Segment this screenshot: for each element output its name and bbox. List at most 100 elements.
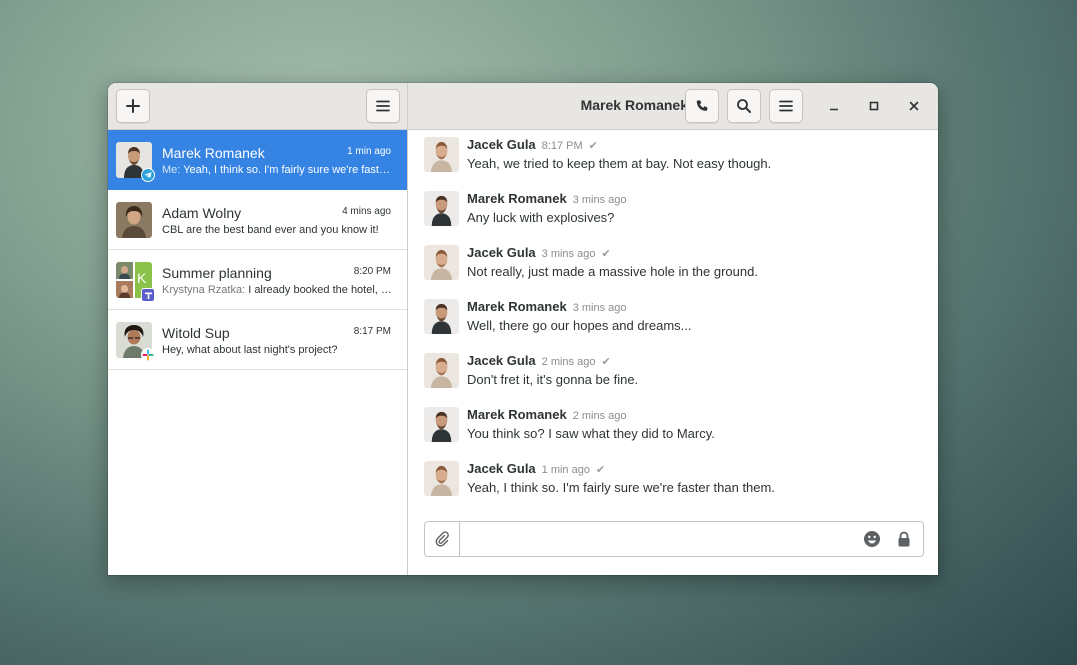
message-author-name: Jacek Gula <box>467 461 536 476</box>
preview-text: CBL are the best band ever and you know … <box>162 224 379 236</box>
message-author-name: Marek Romanek <box>467 191 567 206</box>
avatar <box>424 461 459 496</box>
message-row: Marek Romanek 2 mins ago You think so? I s… <box>424 400 924 444</box>
avatar <box>424 407 459 442</box>
message-author: Jacek Gula 2 mins ago ✔ <box>467 353 611 368</box>
message-time: 3 mins ago <box>572 302 627 314</box>
headerbar: Marek Romanek <box>108 83 938 130</box>
teams-icon <box>141 288 155 302</box>
message-time: 2 mins ago <box>572 410 627 422</box>
conversation-name: Witold Sup <box>162 325 230 341</box>
message-author: Marek Romanek 3 mins ago <box>467 191 627 206</box>
message-time: 1 min ago <box>541 464 590 476</box>
message-author: Jacek Gula 8:17 PM ✔ <box>467 137 598 152</box>
new-conversation-button[interactable] <box>116 89 150 123</box>
avatar <box>116 202 152 238</box>
message-text: You think so? I saw what they did to Mar… <box>467 426 715 441</box>
close-button[interactable] <box>902 94 926 118</box>
main-menu-button[interactable] <box>366 89 400 123</box>
maximize-button[interactable] <box>862 94 886 118</box>
conversation-time: 4 mins ago <box>342 206 391 217</box>
preview-sender: Me: <box>162 164 181 176</box>
lock-icon[interactable] <box>895 530 913 548</box>
sidebar-headerbar <box>108 83 408 129</box>
conversation-list: Marek Romanek 1 min ago Me: Yeah, I thin… <box>108 130 408 575</box>
message-text: Not really, just made a massive hole in … <box>467 264 758 279</box>
avatar <box>424 245 459 280</box>
preview-sender: Krystyna Rzatka: <box>162 284 246 296</box>
search-button[interactable] <box>727 89 761 123</box>
read-check-icon: ✔ <box>601 248 611 260</box>
message-author-name: Jacek Gula <box>467 137 536 152</box>
message-author-name: Jacek Gula <box>467 353 536 368</box>
search-icon <box>737 99 751 113</box>
chat-menu-button[interactable] <box>769 89 803 123</box>
chat-title: Marek Romanek <box>580 97 688 113</box>
message-text: Don't fret it, it's gonna be fine. <box>467 372 639 387</box>
conversation-preview: Krystyna Rzatka: I already booked the ho… <box>162 284 392 296</box>
minimize-icon <box>830 108 838 111</box>
message-time: 3 mins ago <box>541 248 596 260</box>
telegram-icon <box>141 168 155 182</box>
message-author: Marek Romanek 3 mins ago <box>467 299 627 314</box>
message-author: Marek Romanek 2 mins ago <box>467 407 627 422</box>
conversation-preview: CBL are the best band ever and you know … <box>162 224 392 236</box>
message-row: Jacek Gula 8:17 PM ✔ Yeah, we tried to keep… <box>424 130 924 174</box>
chat-headerbar: Marek Romanek <box>408 83 938 129</box>
avatar <box>424 137 459 172</box>
conversation-time: 8:17 PM <box>353 326 391 337</box>
hamburger-menu-icon <box>779 100 793 112</box>
message-text: Well, there go our hopes and dreams... <box>467 318 692 333</box>
preview-text: Yeah, I think so. I'm fairly sure we're … <box>183 164 392 176</box>
close-icon <box>909 101 919 111</box>
maximize-icon <box>869 101 879 111</box>
phone-icon <box>696 100 708 111</box>
group-avatar-letter: K <box>137 270 147 286</box>
conversation-name: Summer planning <box>162 265 272 281</box>
chat-window: Marek Romanek Marek Romanek 1 min ago Me… <box>108 83 938 575</box>
plus-icon <box>126 99 140 113</box>
conversation-time: 8:20 PM <box>353 266 391 277</box>
avatar <box>424 191 459 226</box>
conversation-preview: Me: Yeah, I think so. I'm fairly sure we… <box>162 164 392 176</box>
message-time: 8:17 PM <box>541 140 583 152</box>
message-author: Jacek Gula 1 min ago ✔ <box>467 461 605 476</box>
message-row: Marek Romanek 3 mins ago Any luck with exp… <box>424 184 924 228</box>
read-check-icon: ✔ <box>588 140 598 152</box>
attach-button[interactable] <box>425 522 460 556</box>
message-text: Yeah, I think so. I'm fairly sure we're … <box>467 480 775 495</box>
conversation-preview: Hey, what about last night's project? <box>162 344 392 356</box>
message-text: Any luck with explosives? <box>467 210 615 225</box>
conversation-item-summer-planning[interactable]: K Summer planning 8:20 PM Krystyna Rzatk… <box>108 250 407 310</box>
paperclip-icon <box>435 531 449 547</box>
emoji-icon[interactable] <box>863 530 881 548</box>
preview-text: I already booked the hotel, we'll be the… <box>248 284 392 296</box>
hamburger-menu-icon <box>376 100 390 112</box>
message-time: 2 mins ago <box>541 356 596 368</box>
message-row: Jacek Gula 1 min ago ✔ Yeah, I think so. I'… <box>424 454 924 498</box>
conversation-item-witold-sup[interactable]: Witold Sup 8:17 PM Hey, what about last … <box>108 310 407 370</box>
message-row: Jacek Gula 3 mins ago ✔ Not really, just ma… <box>424 238 924 282</box>
message-row: Marek Romanek 3 mins ago Well, there go ou… <box>424 292 924 336</box>
message-author-name: Marek Romanek <box>467 407 567 422</box>
avatar <box>424 353 459 388</box>
read-check-icon: ✔ <box>595 464 606 476</box>
slack-icon <box>141 348 155 362</box>
minimize-button[interactable] <box>822 94 846 118</box>
message-row: Jacek Gula 2 mins ago ✔ Don't fret it, it's… <box>424 346 924 390</box>
conversation-name: Adam Wolny <box>162 205 242 221</box>
avatar <box>424 299 459 334</box>
conversation-item-marek-romanek[interactable]: Marek Romanek 1 min ago Me: Yeah, I thin… <box>108 130 407 190</box>
read-check-icon: ✔ <box>601 356 611 368</box>
message-author-name: Jacek Gula <box>467 245 536 260</box>
conversation-item-adam-wolny[interactable]: Adam Wolny 4 mins ago CBL are the best b… <box>108 190 407 250</box>
message-input[interactable] <box>465 528 855 550</box>
message-view: Jacek Gula 8:17 PM ✔ Yeah, we tried to keep… <box>409 130 938 575</box>
conversation-time: 1 min ago <box>347 146 391 157</box>
preview-text: Hey, what about last night's project? <box>162 344 338 356</box>
message-text: Yeah, we tried to keep them at bay. Not … <box>467 156 772 171</box>
message-composer <box>424 521 924 557</box>
message-time: 3 mins ago <box>572 194 627 206</box>
call-button[interactable] <box>685 89 719 123</box>
conversation-name: Marek Romanek <box>162 145 265 161</box>
